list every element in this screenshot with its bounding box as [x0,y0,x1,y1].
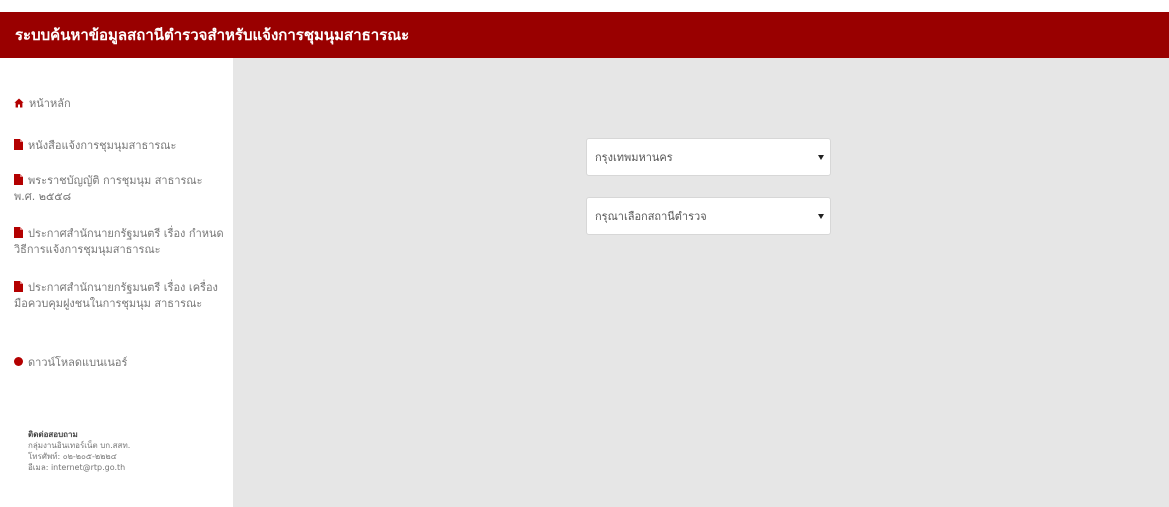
contact-info: ติดต่อสอบถาม กลุ่มงานอินเทอร์เน็ต บก.สสท… [28,429,228,473]
page-title: ระบบค้นหาข้อมูลสถานีตำรวจสำหรับแจ้งการชุ… [15,26,410,44]
station-select-value: กรุณาเลือกสถานีตำรวจ [595,210,707,223]
dot-icon [14,357,23,366]
file-icon [14,227,23,238]
contact-org: กลุ่มงานอินเทอร์เน็ต บก.สสท. [28,441,131,450]
sidebar-item-label: หนังสือแจ้งการชุมนุมสาธารณะ [28,139,177,152]
sidebar: หน้าหลัก หนังสือแจ้งการชุมนุมสาธารณะ พระ… [0,58,233,507]
sidebar-item-announcement-method[interactable]: ประกาศสำนักนายกรัฐมนตรี เรื่อง กำหนดวิธี… [14,226,224,258]
sidebar-item-announcement-crowd-control[interactable]: ประกาศสำนักนายกรัฐมนตรี เรื่อง เครื่องมื… [14,280,224,312]
header-bar: ระบบค้นหาข้อมูลสถานีตำรวจสำหรับแจ้งการชุ… [0,12,1169,58]
caret-down-icon [818,154,824,160]
file-icon [14,139,23,150]
station-select[interactable]: กรุณาเลือกสถานีตำรวจ [586,197,831,235]
sidebar-item-label: ดาวน์โหลดแบนเนอร์ [28,356,128,369]
sidebar-item-download-banner[interactable]: ดาวน์โหลดแบนเนอร์ [14,355,224,371]
sidebar-item-notice-letter[interactable]: หนังสือแจ้งการชุมนุมสาธารณะ [14,138,224,154]
sidebar-item-label: ประกาศสำนักนายกรัฐมนตรี เรื่อง กำหนดวิธี… [14,227,224,256]
home-icon [14,98,24,108]
province-select-value: กรุงเทพมหานคร [595,151,673,164]
sidebar-item-label: ประกาศสำนักนายกรัฐมนตรี เรื่อง เครื่องมื… [14,281,218,310]
sidebar-item-home[interactable]: หน้าหลัก [14,96,224,112]
sidebar-item-label: หน้าหลัก [29,97,71,110]
contact-email: อีเมล: internet@rtp.go.th [28,463,126,472]
contact-title: ติดต่อสอบถาม [28,430,78,439]
province-select[interactable]: กรุงเทพมหานคร [586,138,831,176]
caret-down-icon [818,213,824,219]
page: ระบบค้นหาข้อมูลสถานีตำรวจสำหรับแจ้งการชุ… [0,0,1169,507]
contact-phone: โทรศัพท์: ๐๒-๒๐๕-๒๒๒๔ [28,452,117,461]
sidebar-item-act[interactable]: พระราชบัญญัติ การชุมนุม สาธารณะ พ.ศ. ๒๕๕… [14,173,224,205]
main-content [233,58,1169,507]
file-icon [14,281,23,292]
file-icon [14,174,23,185]
sidebar-item-label: พระราชบัญญัติ การชุมนุม สาธารณะ พ.ศ. ๒๕๕… [14,174,203,203]
